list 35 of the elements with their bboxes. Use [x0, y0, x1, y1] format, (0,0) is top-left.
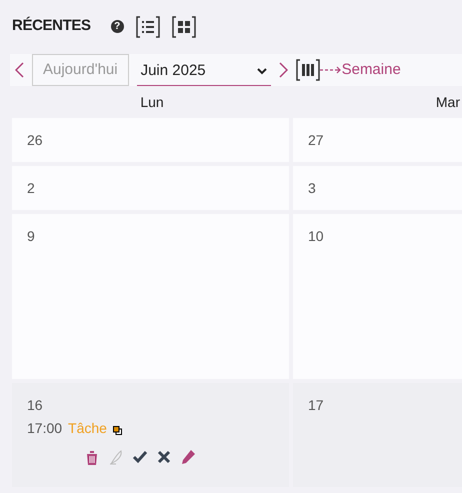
day-cell[interactable]: 10: [293, 214, 462, 379]
close-icon[interactable]: [156, 449, 172, 466]
day-cell[interactable]: 9: [12, 214, 289, 379]
date-number: 10: [308, 228, 324, 244]
date-number: 27: [308, 132, 324, 148]
dashed-arrow-icon: [320, 66, 342, 74]
help-icon[interactable]: ?: [110, 20, 124, 33]
week-view-link[interactable]: Semaine: [342, 58, 401, 82]
next-icon[interactable]: [278, 62, 288, 78]
weekday-header: Mar: [436, 93, 460, 112]
date-number: 3: [308, 180, 316, 196]
day-cell[interactable]: 2: [12, 166, 289, 210]
month-select[interactable]: Juin 2025: [136, 58, 271, 86]
weekday-header: Lun: [140, 93, 164, 112]
copy-icon[interactable]: [112, 426, 122, 435]
date-number: 16: [27, 397, 43, 413]
day-cell[interactable]: 26: [12, 118, 289, 162]
section-title: RÉCENTES: [12, 16, 91, 36]
day-cell[interactable]: 27: [293, 118, 462, 162]
pencil-icon[interactable]: [180, 449, 196, 466]
week-view-icon: [296, 59, 320, 81]
date-number: 2: [27, 180, 35, 196]
event-time: 17:00: [27, 419, 62, 438]
previous-icon[interactable]: [15, 62, 24, 78]
chevron-down-icon: [256, 68, 267, 75]
day-cell[interactable]: 3: [293, 166, 462, 210]
day-cell[interactable]: 17: [293, 383, 462, 487]
list-view-icon[interactable]: [136, 16, 160, 38]
grid-view-icon[interactable]: [172, 16, 196, 38]
date-number: 17: [308, 397, 324, 413]
date-number: 9: [27, 228, 35, 244]
check-icon[interactable]: [132, 449, 148, 466]
trash-icon[interactable]: [84, 449, 100, 466]
day-cell[interactable]: 16 17:00 Tâche: [12, 383, 289, 487]
date-number: 26: [27, 132, 43, 148]
